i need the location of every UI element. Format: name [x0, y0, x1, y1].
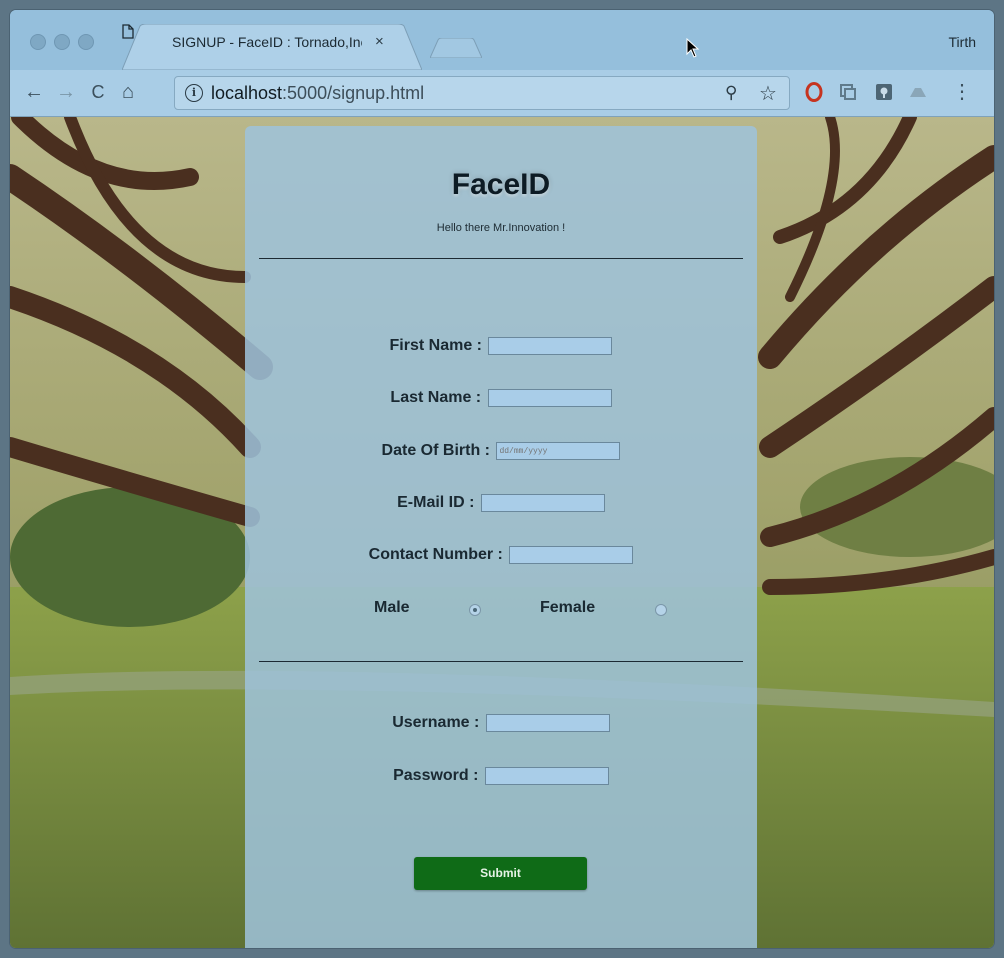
address-bar[interactable]: i localhost:5000/signup.html ⚲ ☆ — [174, 76, 790, 110]
password-input[interactable] — [484, 767, 609, 785]
submit-button[interactable]: Submit — [414, 857, 587, 890]
female-radio[interactable] — [655, 604, 667, 616]
last-name-row: Last Name : — [245, 389, 757, 411]
male-radio[interactable] — [469, 604, 481, 616]
tab-title: SIGNUP - FaceID : Tornado,Inc — [172, 34, 362, 50]
tagline: Hello there Mr.Innovation ! — [436, 222, 566, 234]
tab-close-icon[interactable]: × — [375, 33, 384, 50]
email-label: E-Mail ID : — [397, 494, 479, 511]
forward-icon[interactable]: → — [54, 80, 78, 104]
extension-icon[interactable] — [838, 82, 858, 102]
dob-input[interactable] — [496, 442, 621, 460]
url-host: localhost — [211, 83, 283, 103]
contact-row: Contact Number : — [245, 546, 757, 568]
zoom-icon[interactable]: ⚲ — [725, 83, 737, 103]
opera-extension-icon[interactable] — [804, 82, 824, 102]
brand-title: FaceID — [451, 168, 551, 201]
contact-input[interactable] — [509, 546, 634, 564]
page-viewport: FaceID Hello there Mr.Innovation ! First… — [10, 117, 994, 948]
dob-label: Date Of Birth : — [381, 442, 495, 459]
maximize-window-button[interactable] — [78, 34, 94, 50]
signup-card: FaceID Hello there Mr.Innovation ! First… — [245, 126, 757, 948]
gender-row: Male Female — [245, 597, 757, 619]
username-row: Username : — [245, 714, 757, 736]
new-tab-button[interactable] — [430, 38, 482, 58]
username-input[interactable] — [485, 714, 610, 732]
reload-icon[interactable]: C — [86, 80, 110, 104]
password-row: Password : — [245, 767, 757, 789]
email-input[interactable] — [480, 494, 605, 512]
browser-toolbar: ← → C ⌂ i localhost:5000/signup.html ⚲ ☆… — [10, 70, 994, 117]
first-name-row: First Name : — [245, 337, 757, 359]
profile-button[interactable]: Tirth — [949, 34, 976, 50]
title-bar: SIGNUP - FaceID : Tornado,Inc × Tirth — [10, 10, 994, 70]
url-text[interactable]: localhost:5000/signup.html — [211, 83, 424, 104]
tab-signup[interactable]: SIGNUP - FaceID : Tornado,Inc × — [122, 24, 422, 70]
browser-window: SIGNUP - FaceID : Tornado,Inc × Tirth ← … — [10, 10, 994, 948]
female-label: Female — [540, 599, 596, 616]
email-row: E-Mail ID : — [245, 494, 757, 516]
mouse-cursor-icon — [686, 38, 700, 58]
header-divider — [259, 258, 743, 259]
url-path: :5000/signup.html — [282, 83, 425, 103]
first-name-label: First Name : — [389, 337, 487, 354]
menu-icon[interactable]: ⋮ — [950, 80, 974, 104]
back-icon[interactable]: ← — [22, 80, 46, 104]
last-name-label: Last Name : — [390, 389, 486, 406]
info-icon[interactable]: i — [185, 84, 203, 102]
dob-row: Date Of Birth : — [245, 442, 757, 464]
minimize-window-button[interactable] — [54, 34, 70, 50]
home-icon[interactable]: ⌂ — [116, 80, 140, 104]
last-name-input[interactable] — [487, 389, 612, 407]
drive-extension-icon[interactable] — [908, 82, 928, 102]
username-label: Username : — [392, 714, 484, 731]
contact-label: Contact Number : — [368, 546, 508, 563]
bookmark-star-icon[interactable]: ☆ — [759, 81, 777, 106]
section-divider — [259, 661, 743, 662]
page-icon — [122, 24, 134, 39]
first-name-input[interactable] — [488, 337, 613, 355]
password-label: Password : — [393, 767, 483, 784]
lastpass-extension-icon[interactable] — [874, 82, 894, 102]
close-window-button[interactable] — [30, 34, 46, 50]
male-label: Male — [374, 599, 410, 616]
